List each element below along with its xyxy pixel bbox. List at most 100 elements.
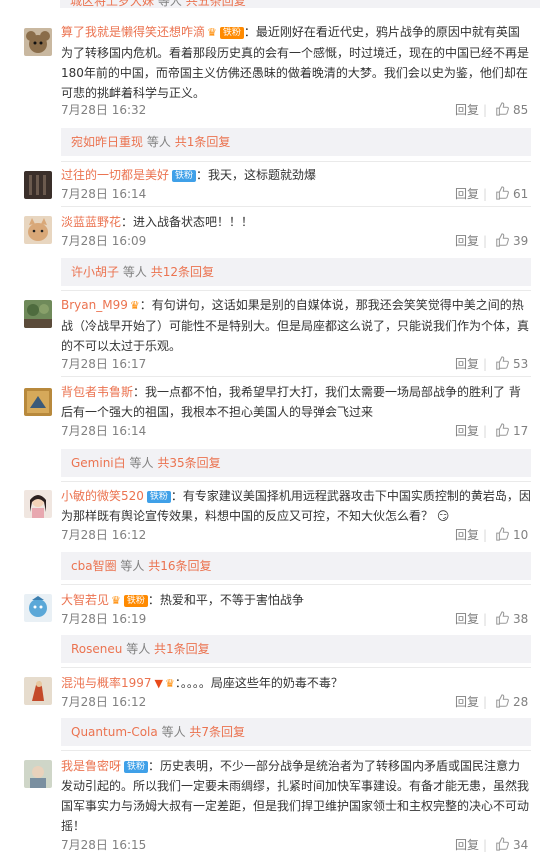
comment-author-link[interactable]: 背包者韦鲁斯 — [61, 385, 133, 399]
sub-reply-count-link[interactable]: 共7条回复 — [189, 725, 245, 739]
like-count: 38 — [513, 612, 529, 626]
sub-reply-user-link[interactable]: 许小胡子 — [71, 265, 119, 279]
comment-text: 过往的一切都是美好 铁粉 ：我天，这标题就劲爆 — [61, 165, 531, 185]
sub-reply-bar[interactable]: 宛如昨日重现 等人 共1条回复 — [61, 128, 531, 156]
reply-button[interactable]: 回复 — [455, 836, 479, 854]
reply-button[interactable]: 回复 — [455, 185, 479, 203]
comment-author-link[interactable]: 大智若见 — [61, 593, 109, 607]
thumbs-up-icon — [496, 423, 509, 437]
like-button[interactable]: 38 — [495, 610, 531, 628]
emoji-icon: 😏 — [433, 509, 450, 523]
comment-date: 7月28日 16:14 — [61, 424, 147, 438]
reply-count-link[interactable]: 共五条回复 — [186, 0, 246, 8]
divider: | — [482, 695, 487, 709]
sub-reply-bar[interactable]: 许小胡子 等人 共12条回复 — [61, 258, 531, 286]
like-count: 39 — [513, 234, 529, 248]
comment-meta: 7月28日 16:15 回复 | 34 — [61, 836, 531, 854]
thumbs-up-icon — [496, 837, 509, 851]
comment-author-link[interactable]: 过往的一切都是美好 — [61, 168, 169, 182]
avatar[interactable] — [24, 300, 52, 328]
like-button[interactable]: 28 — [495, 693, 531, 711]
sub-reply-count-link[interactable]: 共1条回复 — [175, 135, 231, 149]
sub-reply-bar[interactable]: Gemini白 等人 共35条回复 — [61, 449, 531, 477]
sub-reply-others: 等人 — [122, 265, 147, 279]
avatar[interactable] — [24, 216, 52, 244]
reply-button[interactable]: 回复 — [455, 610, 479, 628]
like-button[interactable]: 61 — [495, 185, 531, 203]
avatar[interactable] — [24, 677, 52, 705]
comment-meta: 7月28日 16:14 回复 | 17 — [61, 422, 531, 440]
comment-text: 我是鲁密呀 铁粉 ：历史表明，不少一部分战争是统治者为了转移国内矛盾或国民注意力发动… — [61, 756, 531, 836]
comment-meta: 7月28日 16:17 回复 | 53 — [61, 355, 531, 373]
crown-icon: ♛ — [111, 594, 121, 607]
fan-badge[interactable]: 铁粉 — [124, 761, 149, 773]
comment-author-link[interactable]: 我是鲁密呀 — [61, 759, 121, 773]
sub-reply-count-link[interactable]: 共35条回复 — [157, 456, 220, 470]
avatar[interactable] — [24, 28, 52, 56]
thumbs-up-icon — [496, 186, 509, 200]
crown-icon: ♛ — [129, 299, 140, 312]
comment-text: 大智若见 ♛ 铁粉 ：热爱和平，不等于害怕战争 — [61, 590, 531, 611]
divider: | — [482, 357, 487, 371]
comment-author-link[interactable]: 算了我就是懒得笑还想咋滴 — [61, 25, 205, 39]
avatar[interactable] — [24, 760, 52, 788]
sub-reply-user-link[interactable]: cba智圈 — [71, 559, 117, 573]
vip-icon: ▼ — [154, 677, 164, 690]
like-count: 85 — [513, 103, 529, 117]
reply-others-text: 等人 — [157, 0, 182, 8]
avatar[interactable] — [24, 171, 52, 199]
reply-button[interactable]: 回复 — [455, 693, 479, 711]
reply-button[interactable]: 回复 — [455, 355, 479, 373]
comment-author-link[interactable]: 淡蓝蓝野花 — [61, 215, 121, 229]
like-count: 17 — [513, 424, 529, 438]
comment-date: 7月28日 16:15 — [61, 838, 147, 852]
fan-badge[interactable]: 铁粉 — [172, 170, 197, 182]
like-button[interactable]: 85 — [495, 101, 531, 119]
like-button[interactable]: 53 — [495, 355, 531, 373]
reply-button[interactable]: 回复 — [455, 101, 479, 119]
avatar[interactable] — [24, 490, 52, 518]
like-button[interactable]: 17 — [495, 422, 531, 440]
crown-icon: ♛ — [207, 26, 217, 39]
sub-reply-bar[interactable]: cba智圈 等人 共16条回复 — [61, 552, 531, 580]
comment-meta: 7月28日 16:12 回复 | 10 — [61, 526, 531, 544]
like-button[interactable]: 39 — [495, 232, 531, 250]
comment-list: 城区将上岁大妹 等人 共五条回复 算了我就是懒得笑还想咋滴 ♛ 铁粉 ：最近刚好在看近… — [0, 0, 548, 854]
sub-reply-others: 等人 — [129, 456, 154, 470]
fan-badge[interactable]: 铁粉 — [146, 491, 171, 503]
comment-text: 小敏的微笑520 铁粉 ：有专家建议美国择机用远程武器攻击下中国实质控制的黄岩岛，因… — [61, 486, 531, 526]
thumbs-up-icon — [496, 356, 509, 370]
sub-reply-count-link[interactable]: 共16条回复 — [148, 559, 211, 573]
sub-reply-count-link[interactable]: 共1条回复 — [154, 642, 210, 656]
divider — [61, 584, 531, 585]
sub-reply-user-link[interactable]: Quantum-Cola — [71, 725, 158, 739]
divider — [61, 481, 531, 482]
comment-body: ：我天，这标题就劲爆 — [196, 168, 317, 182]
divider: | — [482, 103, 487, 117]
sub-reply-user-link[interactable]: Gemini白 — [71, 456, 126, 470]
comment-date: 7月28日 16:17 — [61, 357, 147, 371]
divider — [61, 161, 531, 162]
sub-reply-bar[interactable]: Roseneu 等人 共1条回复 — [61, 635, 531, 663]
avatar[interactable] — [24, 594, 52, 622]
comment-author-link[interactable]: 小敏的微笑520 — [61, 489, 144, 503]
comment-text: Bryan_M99 ♛：有句讲句，这话如果是别的自媒体说，那我还会笑笑觉得中美之间… — [61, 295, 531, 356]
like-count: 34 — [513, 838, 529, 852]
comment-author-link[interactable]: Bryan_M99 — [61, 298, 128, 312]
sub-reply-bar[interactable]: Quantum-Cola 等人 共7条回复 — [61, 718, 531, 746]
avatar[interactable] — [24, 388, 52, 416]
reply-button[interactable]: 回复 — [455, 232, 479, 250]
like-button[interactable]: 10 — [495, 526, 531, 544]
reply-button[interactable]: 回复 — [455, 422, 479, 440]
fan-badge[interactable]: 铁粉 — [219, 27, 244, 39]
reply-user-link[interactable]: 城区将上岁大妹 — [70, 0, 154, 8]
reply-summary-bar[interactable]: 城区将上岁大妹 等人 共五条回复 — [60, 0, 540, 8]
sub-reply-user-link[interactable]: 宛如昨日重现 — [71, 135, 143, 149]
fan-badge[interactable]: 铁粉 — [123, 595, 148, 607]
sub-reply-user-link[interactable]: Roseneu — [71, 642, 122, 656]
comment-author-link[interactable]: 混沌与概率1997 — [61, 676, 152, 690]
reply-button[interactable]: 回复 — [455, 526, 479, 544]
like-button[interactable]: 34 — [495, 836, 531, 854]
sub-reply-count-link[interactable]: 共12条回复 — [151, 265, 214, 279]
comment-text: 算了我就是懒得笑还想咋滴 ♛ 铁粉 ：最近刚好在看近代史，鸦片战争的原因中就有英国为了… — [61, 22, 531, 103]
